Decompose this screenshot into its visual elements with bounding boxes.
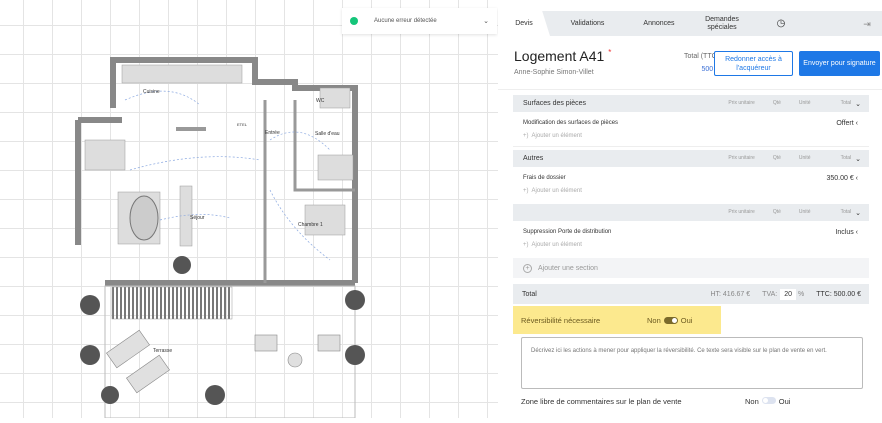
item-label: Frais de dossier [523,175,566,181]
col-total: Total [840,154,852,161]
status-dot-icon [350,17,358,25]
add-item-label: Ajouter un élément [531,133,582,139]
room-label-wc: WC [316,98,325,104]
item-label: Suppression Porte de distribution [523,229,612,235]
item-value-text: Offert [836,120,854,127]
collapse-panel-icon[interactable]: ⇥ [852,11,882,36]
comment-zone-label: Zone libre de commentaires sur le plan d… [521,397,682,406]
toggle-on-label: Oui [778,397,791,406]
chevron-down-icon[interactable]: ⌄ [855,100,861,108]
col-unit: Unité [798,208,811,215]
section-title: Surfaces des pièces [523,100,587,107]
col-qty: Qté [772,154,781,161]
col-unit-price: Prix unitaire [728,99,755,106]
toggle-off-label: Non [647,315,661,325]
section-header-autres[interactable]: Autres Prix unitaire Qté Unité Total ⌄ [513,150,869,167]
list-item[interactable]: Frais de dossier 350.00 € ‹ [523,175,863,182]
item-value-text: Inclus [835,229,854,236]
toggle-off-label: Non [745,397,759,406]
col-unit: Unité [798,154,811,161]
total-ttc-label: Total (TTC) [684,53,719,60]
required-marker: * [608,48,612,57]
room-label-entree: Entrée [265,130,280,136]
status-text: Aucune erreur détectée [374,18,437,24]
add-item-button[interactable]: +) Ajouter un élément [523,188,582,194]
total-ht: HT: 416.67 € [710,290,751,298]
totals-bar: Total HT: 416.67 € TVA: 20 % TTC: 500.00… [513,284,869,304]
item-value-text: 350.00 € [826,175,854,182]
quote-panel: Devis Validations Annonces Demandes spéc… [498,0,882,418]
section-header-untitled[interactable]: Prix unitaire Qté Unité Total ⌄ [513,204,869,221]
totals-label: Total [522,290,537,298]
total-ttc-value: 500 € [701,66,719,73]
add-item-button[interactable]: +) Ajouter un élément [523,242,582,248]
col-total: Total [840,208,852,215]
col-qty: Qté [772,99,781,106]
col-qty: Qté [772,208,781,215]
reversibility-toggle[interactable] [663,316,678,324]
send-signature-button[interactable]: Envoyer pour signature [799,51,880,76]
tab-demandes-speciales[interactable]: Demandes spéciales [693,11,751,36]
room-label-cuisine: Cuisine [143,89,160,95]
room-label-salle-deau: Salle d'eau [315,131,340,137]
section-header-surfaces[interactable]: Surfaces des pièces Prix unitaire Qté Unit… [513,95,869,112]
tva-label: TVA: [762,290,778,298]
add-section-label: Ajouter une section [538,264,598,272]
total-ttc: Total (TTC) 500 € [664,53,719,73]
add-item-label: Ajouter un élément [531,242,582,248]
item-label: Modification des surfaces de pièces [523,120,619,126]
room-label-sejour: Séjour [190,215,205,221]
tab-bar: Devis Validations Annonces Demandes spéc… [498,11,882,36]
tab-validations[interactable]: Validations [550,11,625,36]
add-item-label: Ajouter un élément [531,188,582,194]
reopen-access-button[interactable]: Redonner accès à l'acquéreur [714,51,793,76]
chevron-down-icon[interactable]: ⌄ [855,209,861,217]
floor-plan-canvas[interactable]: Cuisine Entrée WC Salle d'eau Séjour Cha… [0,0,498,419]
item-value: Inclus ‹ [835,229,858,236]
reversibility-label: Réversibilité nécessaire [521,315,601,325]
room-label-chambre: Chambre 1 [298,222,323,228]
item-value: Offert ‹ [836,120,858,127]
total-ttc-amount: TTC: 500.00 € [816,290,861,298]
reversibility-description-input[interactable] [521,337,863,389]
comment-zone-toggle[interactable] [761,397,776,404]
quote-header: Logement A41 * Anne-Sophie Simon-Villet … [514,48,882,76]
comment-zone-row: Zone libre de commentaires sur le plan d… [521,397,871,406]
tva-unit: % [798,290,805,298]
add-section-button[interactable]: + Ajouter une section [513,258,869,278]
room-label-etel: ETEL [237,122,248,127]
col-total: Total [840,99,852,106]
tab-devis[interactable]: Devis [498,11,550,36]
add-item-button[interactable]: +) Ajouter un élément [523,133,582,139]
toggle-on-label: Oui [680,315,693,325]
reversibility-row: Réversibilité nécessaire Non Oui [513,306,721,334]
plus-circle-icon: + [523,263,532,273]
item-value: 350.00 € ‹ [826,175,858,182]
col-unit-price: Prix unitaire [728,208,755,215]
tab-annonces[interactable]: Annonces [625,11,693,36]
list-item[interactable]: Suppression Porte de distribution Inclus … [523,229,863,236]
chevron-down-icon[interactable]: ⌄ [855,155,861,163]
chevron-down-icon: ⌄ [483,18,489,25]
error-status-dropdown[interactable]: Aucune erreur détectée ⌄ [342,8,497,34]
list-item[interactable]: Modification des surfaces de pièces Offer… [523,120,863,127]
history-clock-icon[interactable]: ◷ [751,11,811,36]
col-unit-price: Prix unitaire [728,154,755,161]
tva-input[interactable]: 20 [780,288,797,300]
section-title: Autres [523,155,544,162]
room-label-terrasse: Terrasse [153,348,172,354]
floor-plan[interactable]: Cuisine Entrée WC Salle d'eau Séjour Cha… [0,0,498,419]
title-text: Logement A41 [514,48,605,64]
col-unit: Unité [798,99,811,106]
